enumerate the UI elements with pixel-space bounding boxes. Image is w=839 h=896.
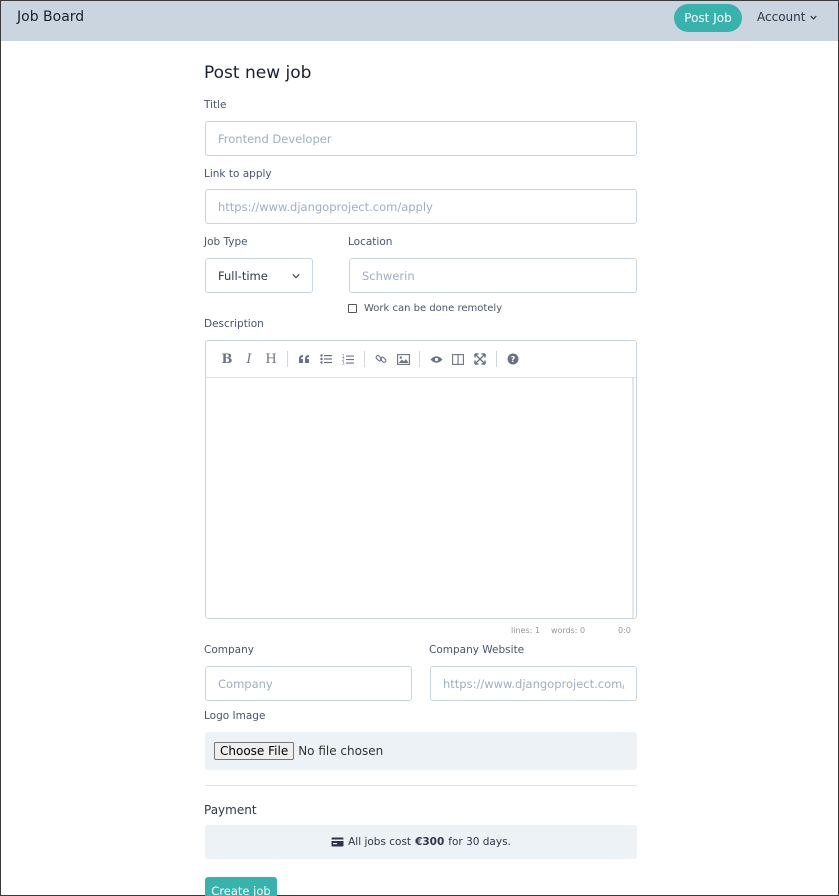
- company-website-input[interactable]: [430, 666, 637, 701]
- file-status: No file chosen: [298, 744, 384, 758]
- logo-label: Logo Image: [204, 710, 266, 722]
- payment-title: Payment: [204, 803, 257, 817]
- apply-link-input[interactable]: [205, 189, 637, 224]
- payment-text-prefix: All jobs cost: [348, 836, 412, 848]
- page-title: Post new job: [204, 63, 312, 83]
- remote-label: Work can be done remotely: [364, 303, 503, 314]
- link-icon[interactable]: [370, 348, 392, 370]
- title-label: Title: [204, 99, 227, 111]
- bold-icon[interactable]: B: [216, 348, 238, 370]
- remote-checkbox[interactable]: [348, 304, 357, 313]
- account-label: Account: [757, 10, 806, 24]
- navbar: Job Board Post Job Account: [1, 1, 838, 41]
- payment-price: €300: [415, 836, 445, 848]
- remote-option: Work can be done remotely: [348, 303, 502, 314]
- cursor-position: 0:0: [618, 626, 631, 635]
- credit-card-icon: [331, 837, 344, 847]
- apply-link-label: Link to apply: [204, 168, 272, 180]
- job-type-select[interactable]: Full-time: [205, 258, 313, 293]
- words-count: words: 0: [550, 626, 586, 635]
- job-type-label: Job Type: [204, 236, 248, 248]
- location-input[interactable]: [349, 258, 637, 293]
- payment-text-suffix: for 30 days.: [448, 836, 511, 848]
- toolbar-divider: [364, 351, 365, 367]
- fullscreen-icon[interactable]: [469, 348, 491, 370]
- image-icon[interactable]: [392, 348, 414, 370]
- italic-icon[interactable]: I: [238, 348, 260, 370]
- company-input[interactable]: [205, 666, 412, 701]
- company-website-label: Company Website: [429, 644, 525, 656]
- toolbar-divider: [287, 351, 288, 367]
- account-menu[interactable]: Account: [757, 10, 818, 24]
- company-label: Company: [204, 644, 254, 656]
- payment-info: All jobs cost €300 for 30 days.: [205, 825, 637, 859]
- quote-icon[interactable]: [293, 348, 315, 370]
- description-textarea[interactable]: [206, 378, 634, 618]
- section-divider: [205, 785, 637, 786]
- ordered-list-icon[interactable]: 123: [337, 348, 359, 370]
- side-by-side-icon[interactable]: [447, 348, 469, 370]
- create-job-button[interactable]: Create job: [205, 877, 277, 896]
- chevron-down-icon: [292, 272, 300, 280]
- editor-statusbar: lines: 1 words: 0: [511, 626, 585, 635]
- logo-file-input: Choose File No file chosen: [205, 732, 637, 770]
- unordered-list-icon[interactable]: [315, 348, 337, 370]
- description-editor: B I H 123 ?: [205, 340, 637, 619]
- svg-text:?: ?: [511, 355, 516, 364]
- preview-eye-icon[interactable]: [425, 348, 447, 370]
- svg-text:3: 3: [342, 360, 345, 365]
- editor-toolbar: B I H 123 ?: [206, 341, 636, 378]
- location-label: Location: [348, 236, 393, 248]
- post-job-button[interactable]: Post Job: [674, 4, 742, 32]
- description-label: Description: [204, 318, 264, 330]
- toolbar-divider: [419, 351, 420, 367]
- job-type-value: Full-time: [218, 268, 268, 283]
- heading-icon[interactable]: H: [260, 348, 282, 370]
- toolbar-divider: [496, 351, 497, 367]
- brand-link[interactable]: Job Board: [17, 9, 84, 25]
- choose-file-button[interactable]: Choose File: [214, 742, 295, 760]
- help-icon[interactable]: ?: [502, 348, 524, 370]
- chevron-down-icon: [810, 14, 818, 21]
- title-input[interactable]: [205, 121, 637, 156]
- lines-count: lines: 1: [511, 626, 540, 635]
